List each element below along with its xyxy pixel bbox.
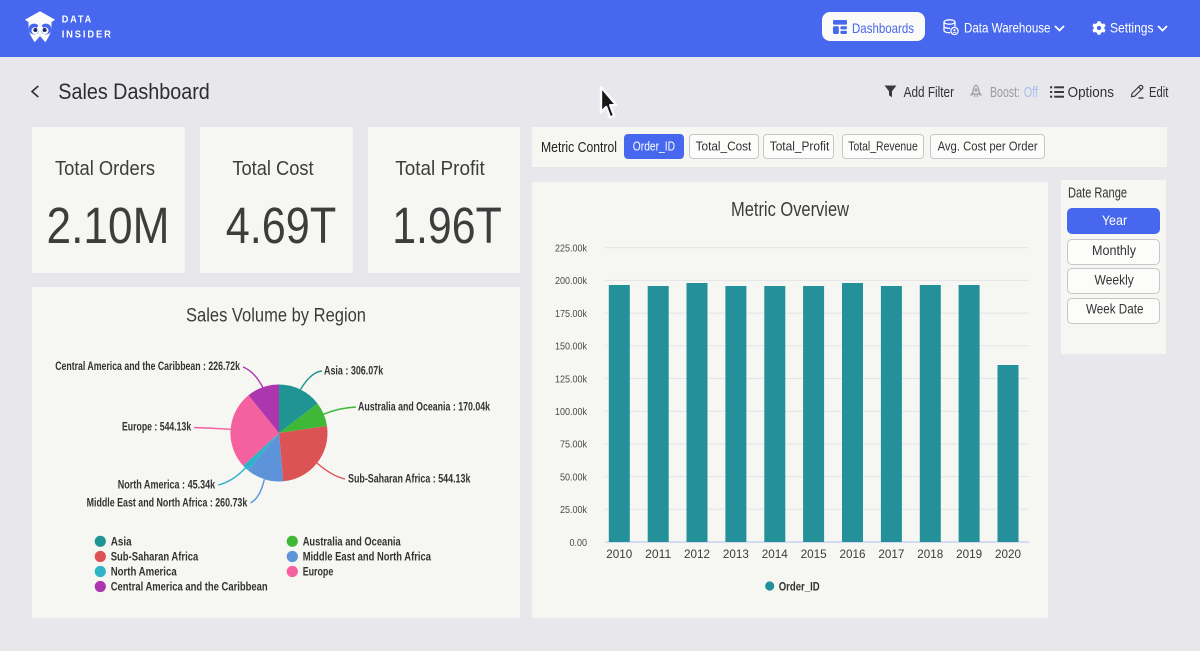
svg-text:2015: 2015	[801, 547, 827, 561]
svg-text:Sales Volume by Region: Sales Volume by Region	[186, 306, 366, 327]
svg-text:Options: Options	[1068, 85, 1114, 101]
svg-text:100.00k: 100.00k	[555, 406, 588, 418]
svg-text:Add Filter: Add Filter	[904, 85, 955, 101]
svg-text:2014: 2014	[762, 547, 788, 561]
svg-text:1.96T: 1.96T	[392, 197, 502, 254]
svg-text:Metric Overview: Metric Overview	[731, 199, 849, 221]
svg-text:50.00k: 50.00k	[560, 471, 588, 483]
svg-text:Settings: Settings	[1110, 19, 1154, 35]
svg-text:Data Warehouse: Data Warehouse	[964, 19, 1051, 35]
svg-text:Central America and the Caribb: Central America and the Caribbean	[111, 580, 268, 594]
svg-text:2012: 2012	[684, 547, 710, 561]
svg-text:Week Date: Week Date	[1086, 301, 1144, 317]
svg-text:Metric Control: Metric Control	[541, 140, 617, 156]
svg-text:2.10M: 2.10M	[47, 197, 170, 254]
svg-text:Total_Cost: Total_Cost	[696, 140, 752, 154]
svg-text:Total Orders: Total Orders	[55, 157, 155, 180]
svg-text:0.00: 0.00	[570, 537, 588, 549]
svg-text:Edit: Edit	[1149, 85, 1168, 101]
svg-text:25.00k: 25.00k	[560, 504, 588, 516]
svg-text:Boost:: Boost:	[990, 85, 1020, 101]
svg-text:Australia and Oceania: Australia and Oceania	[303, 535, 401, 549]
svg-text:Middle East and North Africa :: Middle East and North Africa : 260.73k	[87, 497, 248, 509]
svg-text:Monthly: Monthly	[1092, 242, 1136, 258]
svg-text:Off: Off	[1024, 85, 1039, 101]
svg-text:Total_Profit: Total_Profit	[770, 140, 830, 154]
svg-text:Order_ID: Order_ID	[779, 580, 820, 594]
svg-text:Europe: Europe	[303, 565, 334, 579]
svg-text:Year: Year	[1102, 212, 1128, 228]
svg-text:DATA: DATA	[62, 15, 93, 26]
svg-text:2019: 2019	[956, 547, 982, 561]
svg-text:Europe : 544.13k: Europe : 544.13k	[122, 422, 192, 434]
svg-text:North America: North America	[111, 565, 177, 579]
svg-text:Asia: Asia	[111, 535, 132, 549]
svg-text:2011: 2011	[645, 547, 671, 561]
svg-text:INSIDER: INSIDER	[62, 29, 113, 40]
svg-text:125.00k: 125.00k	[555, 373, 588, 385]
svg-text:Order_ID: Order_ID	[633, 140, 675, 154]
svg-text:Total_Revenue: Total_Revenue	[848, 140, 918, 154]
svg-text:75.00k: 75.00k	[560, 439, 588, 451]
svg-text:North America : 45.34k: North America : 45.34k	[118, 480, 216, 492]
svg-text:225.00k: 225.00k	[555, 243, 588, 255]
svg-text:Central America and the Caribb: Central America and the Caribbean : 226.…	[55, 361, 240, 373]
svg-text:Dashboards: Dashboards	[852, 20, 914, 36]
svg-text:Asia : 306.07k: Asia : 306.07k	[324, 366, 384, 378]
svg-text:Middle East and North Africa: Middle East and North Africa	[303, 550, 432, 564]
svg-text:Australia and Oceania : 170.04: Australia and Oceania : 170.04k	[358, 402, 490, 414]
svg-text:2017: 2017	[878, 547, 904, 561]
svg-text:Sub-Saharan Africa : 544.13k: Sub-Saharan Africa : 544.13k	[348, 474, 471, 486]
svg-text:2010: 2010	[606, 547, 632, 561]
svg-text:200.00k: 200.00k	[555, 275, 588, 287]
svg-text:Date Range: Date Range	[1068, 186, 1127, 202]
svg-text:175.00k: 175.00k	[555, 308, 588, 320]
svg-text:2016: 2016	[840, 547, 866, 561]
svg-text:Sales Dashboard: Sales Dashboard	[58, 79, 210, 104]
svg-text:2013: 2013	[723, 547, 749, 561]
svg-text:Avg. Cost per Order: Avg. Cost per Order	[938, 140, 1038, 154]
svg-text:2018: 2018	[917, 547, 943, 561]
svg-text:150.00k: 150.00k	[555, 341, 588, 353]
svg-text:Total Cost: Total Cost	[232, 157, 314, 180]
svg-text:2020: 2020	[995, 547, 1021, 561]
svg-text:Total Profit: Total Profit	[395, 157, 485, 180]
svg-text:4.69T: 4.69T	[226, 197, 336, 254]
svg-text:Sub-Saharan Africa: Sub-Saharan Africa	[111, 550, 199, 564]
svg-text:Weekly: Weekly	[1095, 272, 1134, 288]
